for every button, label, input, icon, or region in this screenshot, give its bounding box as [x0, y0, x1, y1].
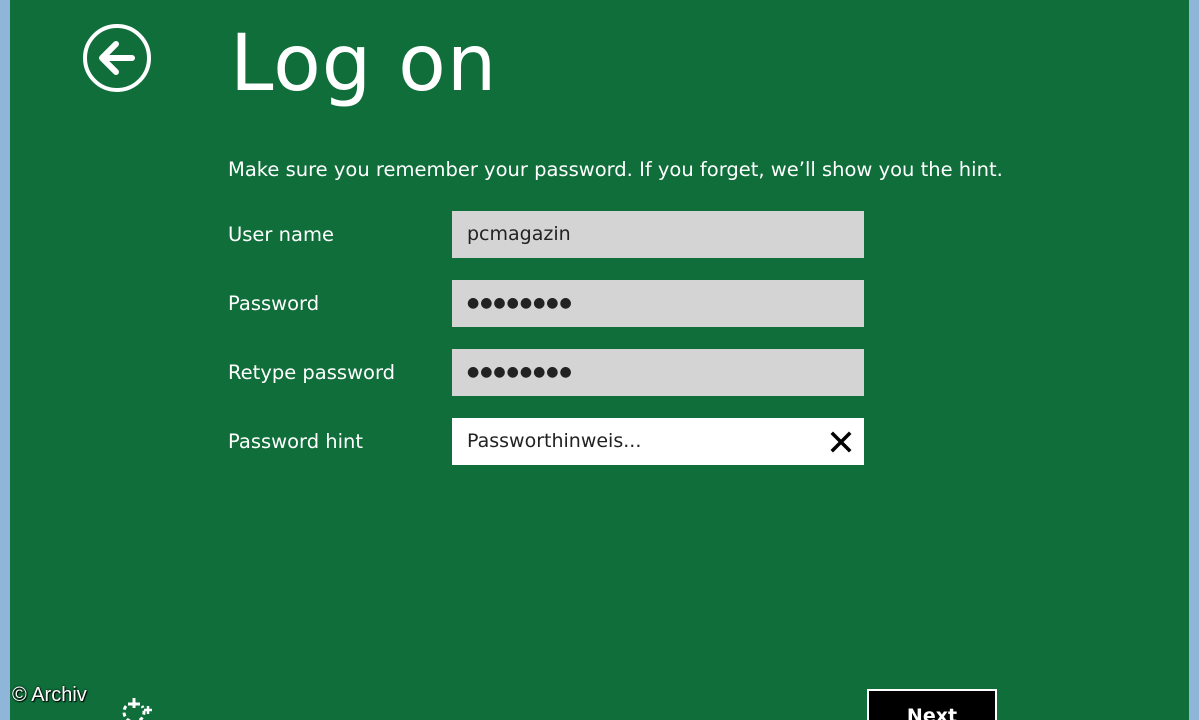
- password-field[interactable]: ●●●●●●●●: [452, 280, 864, 327]
- username-field[interactable]: pcmagazin: [452, 211, 864, 258]
- password-hint-label: Password hint: [228, 430, 364, 453]
- password-label: Password: [228, 292, 320, 315]
- back-arrow-icon[interactable]: [82, 23, 152, 93]
- copyright-watermark: © Archiv: [12, 684, 87, 706]
- retype-password-label: Retype password: [228, 361, 396, 384]
- instructions-text: Make sure you remember your password. If…: [228, 158, 1003, 181]
- password-hint-value: Passworthinweis...: [467, 430, 642, 452]
- ease-of-access-icon[interactable]: [114, 694, 154, 720]
- password-hint-row: Password hint Passworthinweis...: [228, 418, 888, 465]
- close-icon[interactable]: [828, 429, 854, 455]
- next-button[interactable]: Next: [867, 689, 997, 720]
- retype-password-row: Retype password ●●●●●●●●: [228, 349, 888, 396]
- account-form: User name pcmagazin Password ●●●●●●●● Re…: [228, 211, 888, 487]
- username-label: User name: [228, 223, 334, 246]
- setup-window: Log on Make sure you remember your passw…: [0, 0, 1199, 720]
- password-row: Password ●●●●●●●●: [228, 280, 888, 327]
- page-title: Log on: [230, 19, 498, 109]
- password-hint-field[interactable]: Passworthinweis...: [452, 418, 864, 465]
- username-row: User name pcmagazin: [228, 211, 888, 258]
- retype-password-field[interactable]: ●●●●●●●●: [452, 349, 864, 396]
